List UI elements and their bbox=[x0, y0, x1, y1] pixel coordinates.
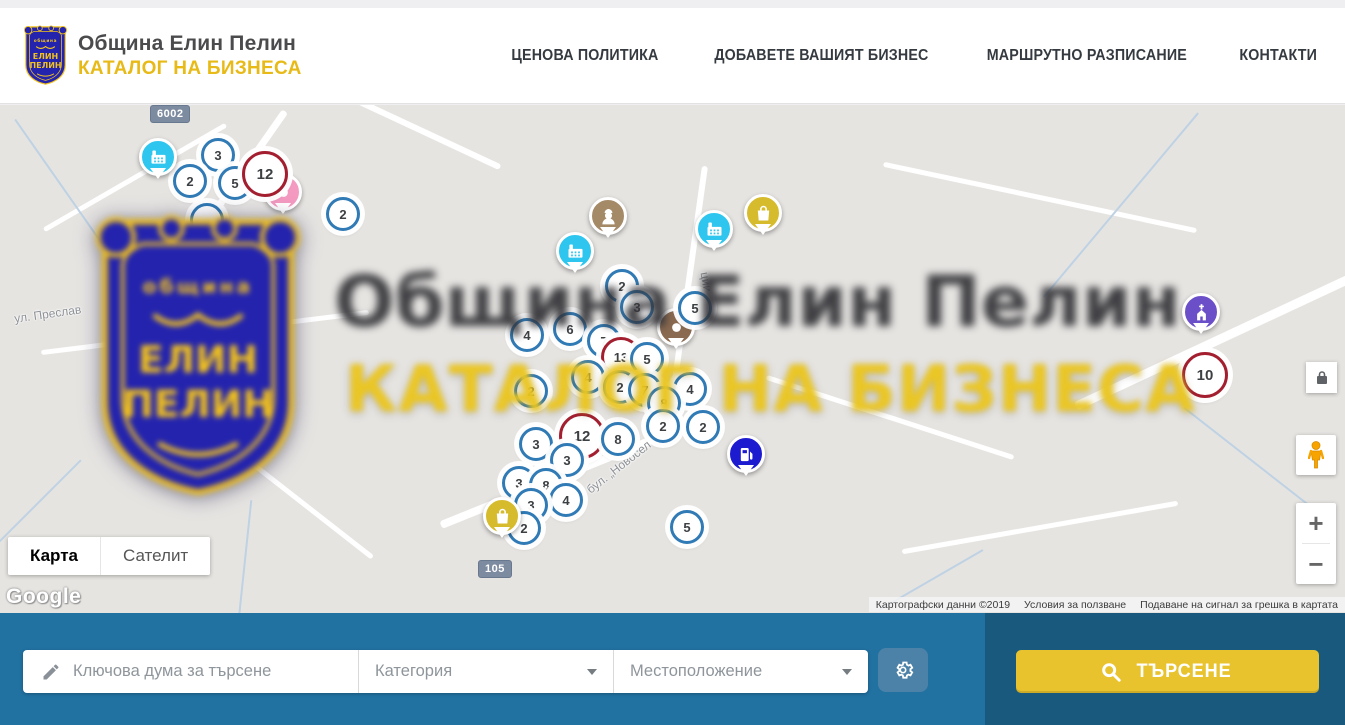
nav-route-schedule[interactable]: МАРШРУТНО РАЗПИСАНИЕ bbox=[987, 47, 1187, 65]
keyword-search-input[interactable] bbox=[73, 662, 323, 681]
attribution-report-link[interactable]: Подаване на сигнал за грешка в картата bbox=[1133, 599, 1345, 611]
map-cluster-marker[interactable]: 2 bbox=[686, 410, 720, 444]
map-cluster-marker[interactable]: 4 bbox=[549, 483, 583, 517]
map-cluster-marker[interactable]: 6 bbox=[553, 312, 587, 346]
category-select-label: Категория bbox=[375, 662, 452, 681]
map-cluster-marker[interactable]: 4 bbox=[510, 318, 544, 352]
map-cluster-marker[interactable] bbox=[190, 203, 224, 237]
map-attribution: Картографски данни ©2019 Условия за полз… bbox=[869, 597, 1345, 612]
map-pin-worker[interactable] bbox=[589, 197, 627, 235]
main-nav: ЦЕНОВА ПОЛИТИКА ДОБАВЕТЕ ВАШИЯТ БИЗНЕС М… bbox=[505, 8, 1320, 104]
zoom-control: + − bbox=[1296, 503, 1336, 584]
street-view-pegman-button[interactable] bbox=[1296, 435, 1336, 475]
map-type-satellite-button[interactable]: Сателит bbox=[100, 537, 210, 575]
map-pin-factory[interactable] bbox=[139, 138, 177, 176]
map-cluster-marker[interactable]: 2 bbox=[173, 164, 207, 198]
map-cluster-marker[interactable]: 5 bbox=[670, 510, 704, 544]
map-cluster-marker[interactable]: 2 bbox=[326, 197, 360, 231]
site-logo[interactable]: община ЕЛИН ПЕЛИН Община Елин Пелин КАТА… bbox=[22, 25, 302, 86]
attribution-terms-link[interactable]: Условия за ползване bbox=[1017, 599, 1133, 611]
svg-text:община: община bbox=[34, 38, 57, 43]
lock-button[interactable] bbox=[1306, 362, 1337, 393]
logo-text: Община Елин Пелин КАТАЛОГ НА БИЗНЕСА bbox=[78, 32, 302, 80]
chevron-down-icon bbox=[842, 669, 852, 675]
map-pin-factory[interactable] bbox=[695, 210, 733, 248]
map-cluster-marker[interactable]: 3 bbox=[519, 427, 553, 461]
map-cluster-marker[interactable]: 12 bbox=[242, 151, 288, 197]
search-submit-label: ТЪРСЕНЕ bbox=[1137, 661, 1232, 683]
map-cluster-marker[interactable]: 2 bbox=[514, 374, 548, 408]
google-map[interactable]: ул. Преслав ции бул. „Новосел 6002 105 3… bbox=[0, 105, 1345, 613]
nav-contacts[interactable]: КОНТАКТИ bbox=[1239, 47, 1317, 65]
map-type-map-button[interactable]: Карта bbox=[8, 537, 100, 575]
pencil-icon bbox=[41, 662, 61, 682]
map-cluster-marker[interactable]: 8 bbox=[601, 422, 635, 456]
map-pin-bag[interactable] bbox=[483, 497, 521, 535]
site-subtitle: КАТАЛОГ НА БИЗНЕСА bbox=[78, 58, 302, 80]
gear-icon bbox=[891, 658, 915, 682]
map-pin-bag[interactable] bbox=[744, 194, 782, 232]
attribution-data: Картографски данни ©2019 bbox=[869, 599, 1017, 611]
map-cluster-marker[interactable]: 2 bbox=[646, 409, 680, 443]
lock-icon bbox=[1315, 370, 1329, 385]
svg-text:ПЕЛИН: ПЕЛИН bbox=[29, 61, 61, 70]
map-pin-factory[interactable] bbox=[556, 232, 594, 270]
search-bar: Категория Местоположение bbox=[23, 650, 868, 693]
page: община ЕЛИН ПЕЛИН Община Елин Пелин КАТА… bbox=[0, 0, 1345, 725]
zoom-in-button[interactable]: + bbox=[1296, 503, 1336, 543]
chevron-down-icon bbox=[587, 669, 597, 675]
search-submit-button[interactable]: ТЪРСЕНЕ bbox=[1016, 650, 1319, 693]
location-select[interactable]: Местоположение bbox=[613, 650, 868, 693]
search-icon bbox=[1100, 661, 1122, 683]
map-pin-church[interactable] bbox=[1182, 293, 1220, 331]
map-cluster-marker[interactable]: 10 bbox=[1182, 352, 1228, 398]
search-panel: Категория Местоположение ТЪРСЕНЕ bbox=[0, 613, 1345, 725]
map-pin-fuel[interactable] bbox=[727, 435, 765, 473]
map-cluster-marker[interactable]: 4 bbox=[571, 360, 605, 394]
pegman-icon bbox=[1308, 441, 1324, 469]
municipality-crest-icon: община ЕЛИН ПЕЛИН bbox=[22, 25, 69, 86]
map-type-control: Карта Сателит bbox=[8, 537, 210, 575]
category-select[interactable]: Категория bbox=[358, 650, 613, 693]
nav-add-business[interactable]: ДОБАВЕТЕ ВАШИЯТ БИЗНЕС bbox=[714, 47, 928, 65]
map-cluster-marker[interactable]: 5 bbox=[630, 342, 664, 376]
top-strip bbox=[0, 0, 1345, 8]
keyword-segment bbox=[23, 650, 358, 693]
zoom-out-button[interactable]: − bbox=[1296, 544, 1336, 584]
location-select-label: Местоположение bbox=[630, 662, 762, 681]
svg-text:ЕЛИН: ЕЛИН bbox=[33, 52, 58, 61]
map-cluster-marker[interactable]: 5 bbox=[678, 291, 712, 325]
google-logo[interactable]: Google bbox=[6, 585, 81, 609]
nav-pricing[interactable]: ЦЕНОВА ПОЛИТИКА bbox=[511, 47, 658, 65]
site-title: Община Елин Пелин bbox=[78, 32, 302, 56]
map-cluster-marker[interactable]: 3 bbox=[620, 290, 654, 324]
header: община ЕЛИН ПЕЛИН Община Елин Пелин КАТА… bbox=[0, 8, 1345, 104]
advanced-settings-button[interactable] bbox=[878, 648, 928, 692]
